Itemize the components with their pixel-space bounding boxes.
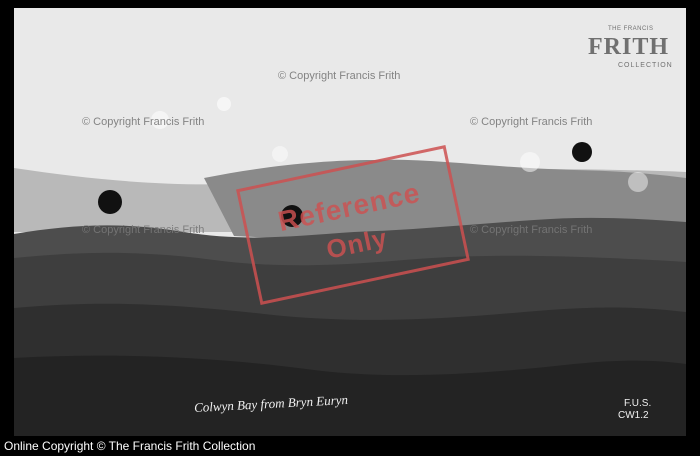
copyright-footer: Online Copyright © The Francis Frith Col…	[4, 439, 256, 453]
photo-code-line-1: F.U.S.	[624, 398, 652, 409]
damage-spot	[98, 190, 122, 214]
frith-logo: THE FRANCIS FRITH COLLECTION	[560, 22, 680, 78]
brand-small-text: THE FRANCIS	[608, 26, 654, 32]
damage-spot	[217, 97, 231, 111]
damage-spot	[628, 172, 648, 192]
copyright-watermark: © Copyright Francis Frith	[82, 116, 205, 128]
brand-sub-text: COLLECTION	[618, 62, 673, 69]
photo-code-line-2: CW1.2	[618, 410, 649, 421]
page-root: © Copyright Francis Frith © Copyright Fr…	[0, 0, 700, 456]
historic-photograph: © Copyright Francis Frith © Copyright Fr…	[14, 8, 686, 436]
copyright-watermark: © Copyright Francis Frith	[82, 224, 205, 236]
brand-main-text: FRITH	[588, 34, 670, 60]
damage-spot	[272, 146, 288, 162]
copyright-watermark: © Copyright Francis Frith	[278, 70, 401, 82]
copyright-watermark: © Copyright Francis Frith	[470, 224, 593, 236]
damage-spot	[572, 142, 592, 162]
damage-spot	[520, 152, 540, 172]
copyright-watermark: © Copyright Francis Frith	[470, 116, 593, 128]
